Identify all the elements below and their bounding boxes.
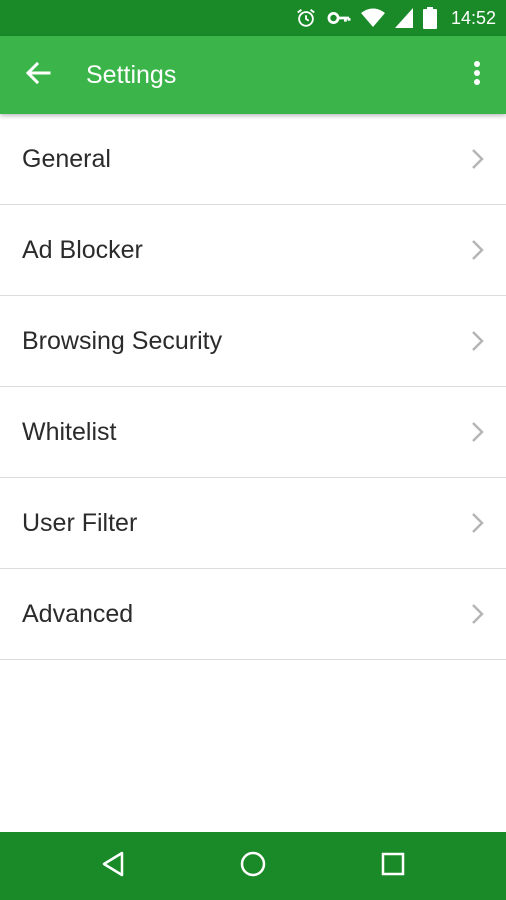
nav-home-button[interactable] bbox=[233, 846, 273, 886]
battery-icon bbox=[422, 7, 437, 29]
nav-recents-button[interactable] bbox=[373, 846, 413, 886]
status-icons: 14:52 bbox=[295, 0, 496, 36]
status-bar: 14:52 bbox=[0, 0, 506, 36]
settings-item-label: General bbox=[22, 145, 111, 173]
settings-item-label: User Filter bbox=[22, 509, 138, 537]
wifi-icon bbox=[360, 8, 385, 28]
chevron-right-icon bbox=[470, 238, 486, 262]
vpn-key-icon bbox=[327, 7, 351, 29]
page-title: Settings bbox=[86, 61, 177, 89]
alarm-icon bbox=[295, 7, 317, 29]
home-circle-icon bbox=[239, 850, 267, 883]
settings-item-advanced[interactable]: Advanced bbox=[0, 569, 506, 660]
settings-item-whitelist[interactable]: Whitelist bbox=[0, 387, 506, 478]
settings-item-label: Ad Blocker bbox=[22, 236, 143, 264]
cell-signal-icon bbox=[394, 8, 413, 28]
status-time: 14:52 bbox=[450, 7, 496, 28]
back-button[interactable] bbox=[18, 55, 58, 95]
nav-back-button[interactable] bbox=[93, 846, 133, 886]
chevron-right-icon bbox=[470, 329, 486, 353]
app-screen: 14:52 Settings General Ad Blocker Browsi… bbox=[0, 0, 506, 900]
settings-item-label: Advanced bbox=[22, 600, 134, 628]
overflow-menu-button[interactable] bbox=[462, 55, 492, 95]
more-vert-icon bbox=[473, 60, 481, 91]
settings-item-browsing-security[interactable]: Browsing Security bbox=[0, 296, 506, 387]
arrow-back-icon bbox=[25, 61, 51, 90]
settings-item-general[interactable]: General bbox=[0, 114, 506, 205]
chevron-right-icon bbox=[470, 420, 486, 444]
system-nav-bar bbox=[0, 832, 506, 900]
chevron-right-icon bbox=[470, 511, 486, 535]
settings-item-label: Browsing Security bbox=[22, 327, 223, 355]
settings-list: General Ad Blocker Browsing Security Whi… bbox=[0, 114, 506, 660]
settings-item-ad-blocker[interactable]: Ad Blocker bbox=[0, 205, 506, 296]
recents-square-icon bbox=[380, 851, 406, 882]
back-triangle-icon bbox=[100, 850, 126, 883]
chevron-right-icon bbox=[470, 602, 486, 626]
chevron-right-icon bbox=[470, 147, 486, 171]
app-bar: Settings bbox=[0, 36, 506, 114]
settings-item-user-filter[interactable]: User Filter bbox=[0, 478, 506, 569]
settings-item-label: Whitelist bbox=[22, 418, 117, 446]
